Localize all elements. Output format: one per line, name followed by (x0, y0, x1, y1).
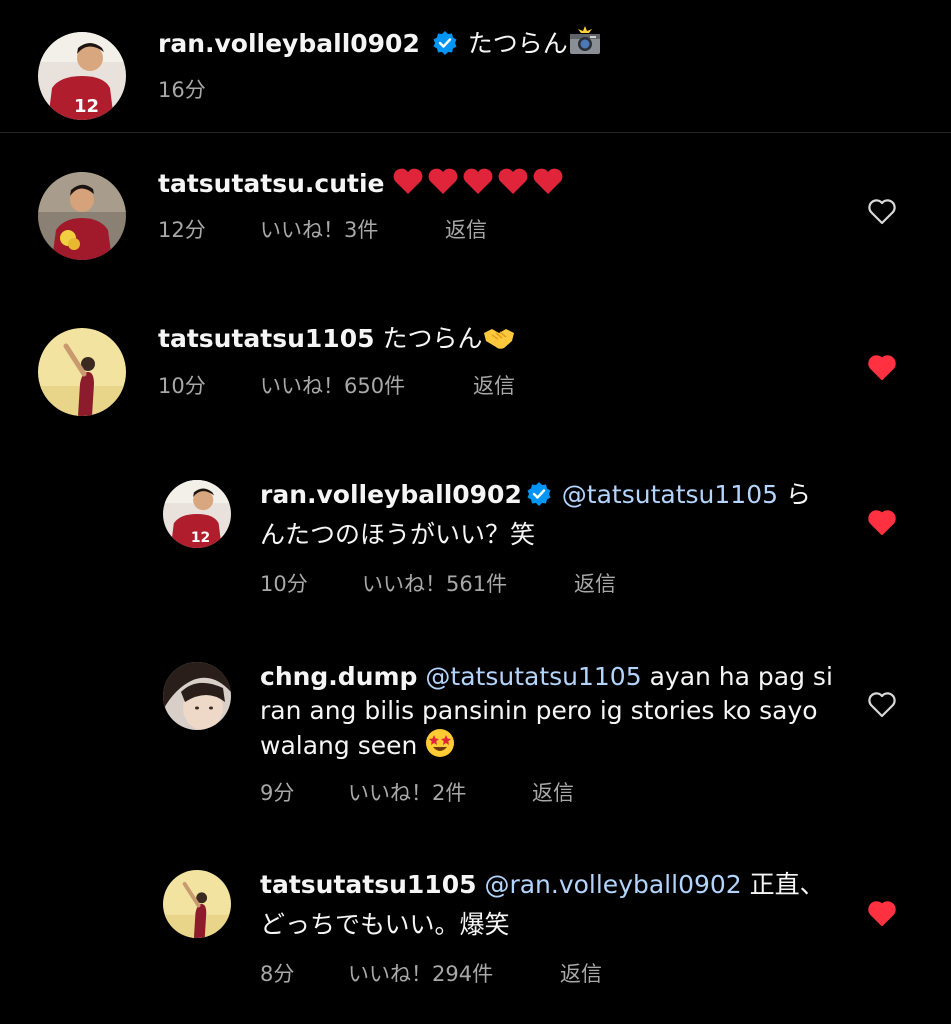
comment-meta: 10分 いいね！561件 返信 (260, 568, 616, 598)
heart-filled-icon[interactable] (867, 900, 897, 928)
comment-username[interactable]: chng.dump (260, 662, 417, 691)
mention-link[interactable]: @tatsutatsu1105 (562, 480, 778, 509)
svg-text:12: 12 (191, 530, 210, 546)
likes-count[interactable]: いいね！650件 (260, 370, 473, 400)
likes-count[interactable]: いいね！3件 (260, 214, 445, 244)
svg-text:12: 12 (74, 96, 99, 117)
comment-meta: 8分 いいね！294件 返信 (260, 958, 602, 988)
comment-text: tatsutatsu1105 たつらん (158, 322, 838, 356)
comment-body: 正直、 (749, 870, 825, 899)
avatar[interactable]: 12 (163, 480, 231, 548)
heart-outline-icon[interactable] (867, 691, 897, 719)
comment-username[interactable]: tatsutatsu.cutie (158, 169, 385, 198)
comment-body: んたつのほうがいい？笑 (260, 520, 536, 549)
camera-flash-icon (569, 26, 600, 54)
avatar[interactable] (163, 870, 231, 938)
comment-username[interactable]: tatsutatsu1105 (158, 324, 374, 353)
verified-badge-icon (527, 482, 551, 506)
heart-outline-icon[interactable] (867, 198, 897, 226)
likes-count[interactable]: いいね！2件 (348, 777, 532, 807)
comment-time: 10分 (260, 572, 308, 596)
comment-time: 9分 (260, 781, 295, 805)
caption-body: たつらん (467, 29, 568, 58)
comment-time: 10分 (158, 374, 206, 398)
avatar[interactable] (38, 172, 126, 260)
avatar[interactable]: 12 (38, 32, 126, 120)
comment-text: ran.volleyball0902 @tatsutatsu1105 ら んたつ… (260, 478, 840, 552)
heart-filled-icon[interactable] (867, 354, 897, 382)
comment-text: tatsutatsu1105 @ran.volleyball0902 正直、 ど… (260, 868, 860, 942)
caption-time: 16分 (158, 78, 206, 102)
reply-button[interactable]: 返信 (445, 214, 487, 244)
hearts-emoji (392, 166, 572, 205)
reply-button[interactable]: 返信 (560, 958, 602, 988)
comment-meta: 12分 いいね！3件 返信 (158, 214, 487, 244)
comment-time: 12分 (158, 218, 206, 242)
comment-body: ayan ha pag si (649, 662, 833, 691)
handshake-icon (484, 329, 515, 349)
verified-badge-icon (433, 31, 457, 55)
comment-body: どっちでもいい。爆笑 (260, 910, 510, 939)
reply-button[interactable]: 返信 (532, 777, 574, 807)
reply-button[interactable]: 返信 (473, 370, 515, 400)
avatar[interactable] (163, 662, 231, 730)
mention-link[interactable]: @ran.volleyball0902 (484, 870, 741, 899)
comment-body: walang seen (260, 731, 418, 760)
mention-link[interactable]: @tatsutatsu1105 (425, 662, 641, 691)
star-struck-emoji-icon (426, 729, 455, 757)
comment-meta: 10分 いいね！650件 返信 (158, 370, 515, 400)
red-heart-icon (394, 168, 563, 194)
comment-username[interactable]: tatsutatsu1105 (260, 870, 476, 899)
post-caption: 12 ran.volleyball0902 たつらん 16分 (0, 0, 951, 133)
likes-count[interactable]: いいね！294件 (348, 958, 560, 988)
caption-text: ran.volleyball0902 たつらん (158, 26, 858, 61)
caption-meta: 16分 (158, 74, 206, 104)
comment-meta: 9分 いいね！2件 返信 (260, 777, 574, 807)
reply-button[interactable]: 返信 (574, 568, 616, 598)
comment-username[interactable]: ran.volleyball0902 (260, 480, 522, 509)
avatar[interactable] (38, 328, 126, 416)
comment-body: ran ang bilis pansinin pero ig stories k… (260, 696, 818, 725)
comment-body: ら (785, 480, 811, 509)
comment-time: 8分 (260, 962, 295, 986)
likes-count[interactable]: いいね！561件 (362, 568, 574, 598)
heart-filled-icon[interactable] (867, 509, 897, 537)
caption-username[interactable]: ran.volleyball0902 (158, 29, 420, 58)
comment-text: chng.dump @tatsutatsu1105 ayan ha pag si… (260, 660, 860, 763)
comment-body: たつらん (382, 324, 483, 353)
comment-text: tatsutatsu.cutie (158, 166, 838, 205)
